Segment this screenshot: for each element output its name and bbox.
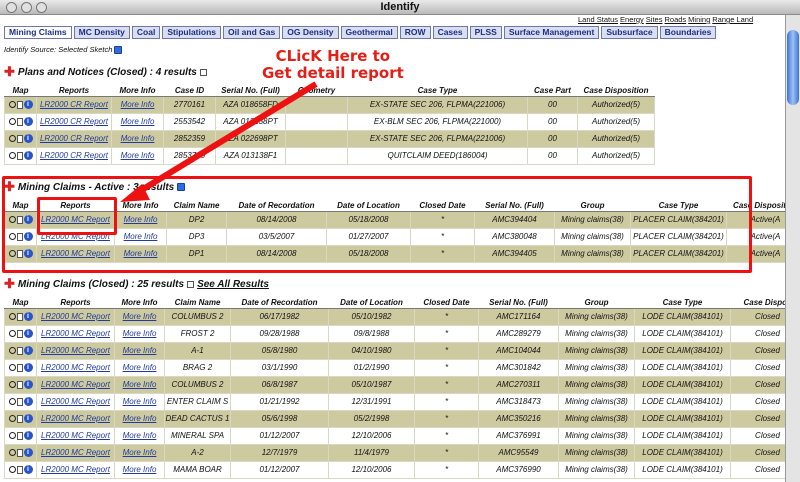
- scrollbar-thumb[interactable]: [787, 30, 799, 105]
- vertical-scrollbar[interactable]: [785, 15, 800, 482]
- annotation-arrow: [120, 81, 318, 202]
